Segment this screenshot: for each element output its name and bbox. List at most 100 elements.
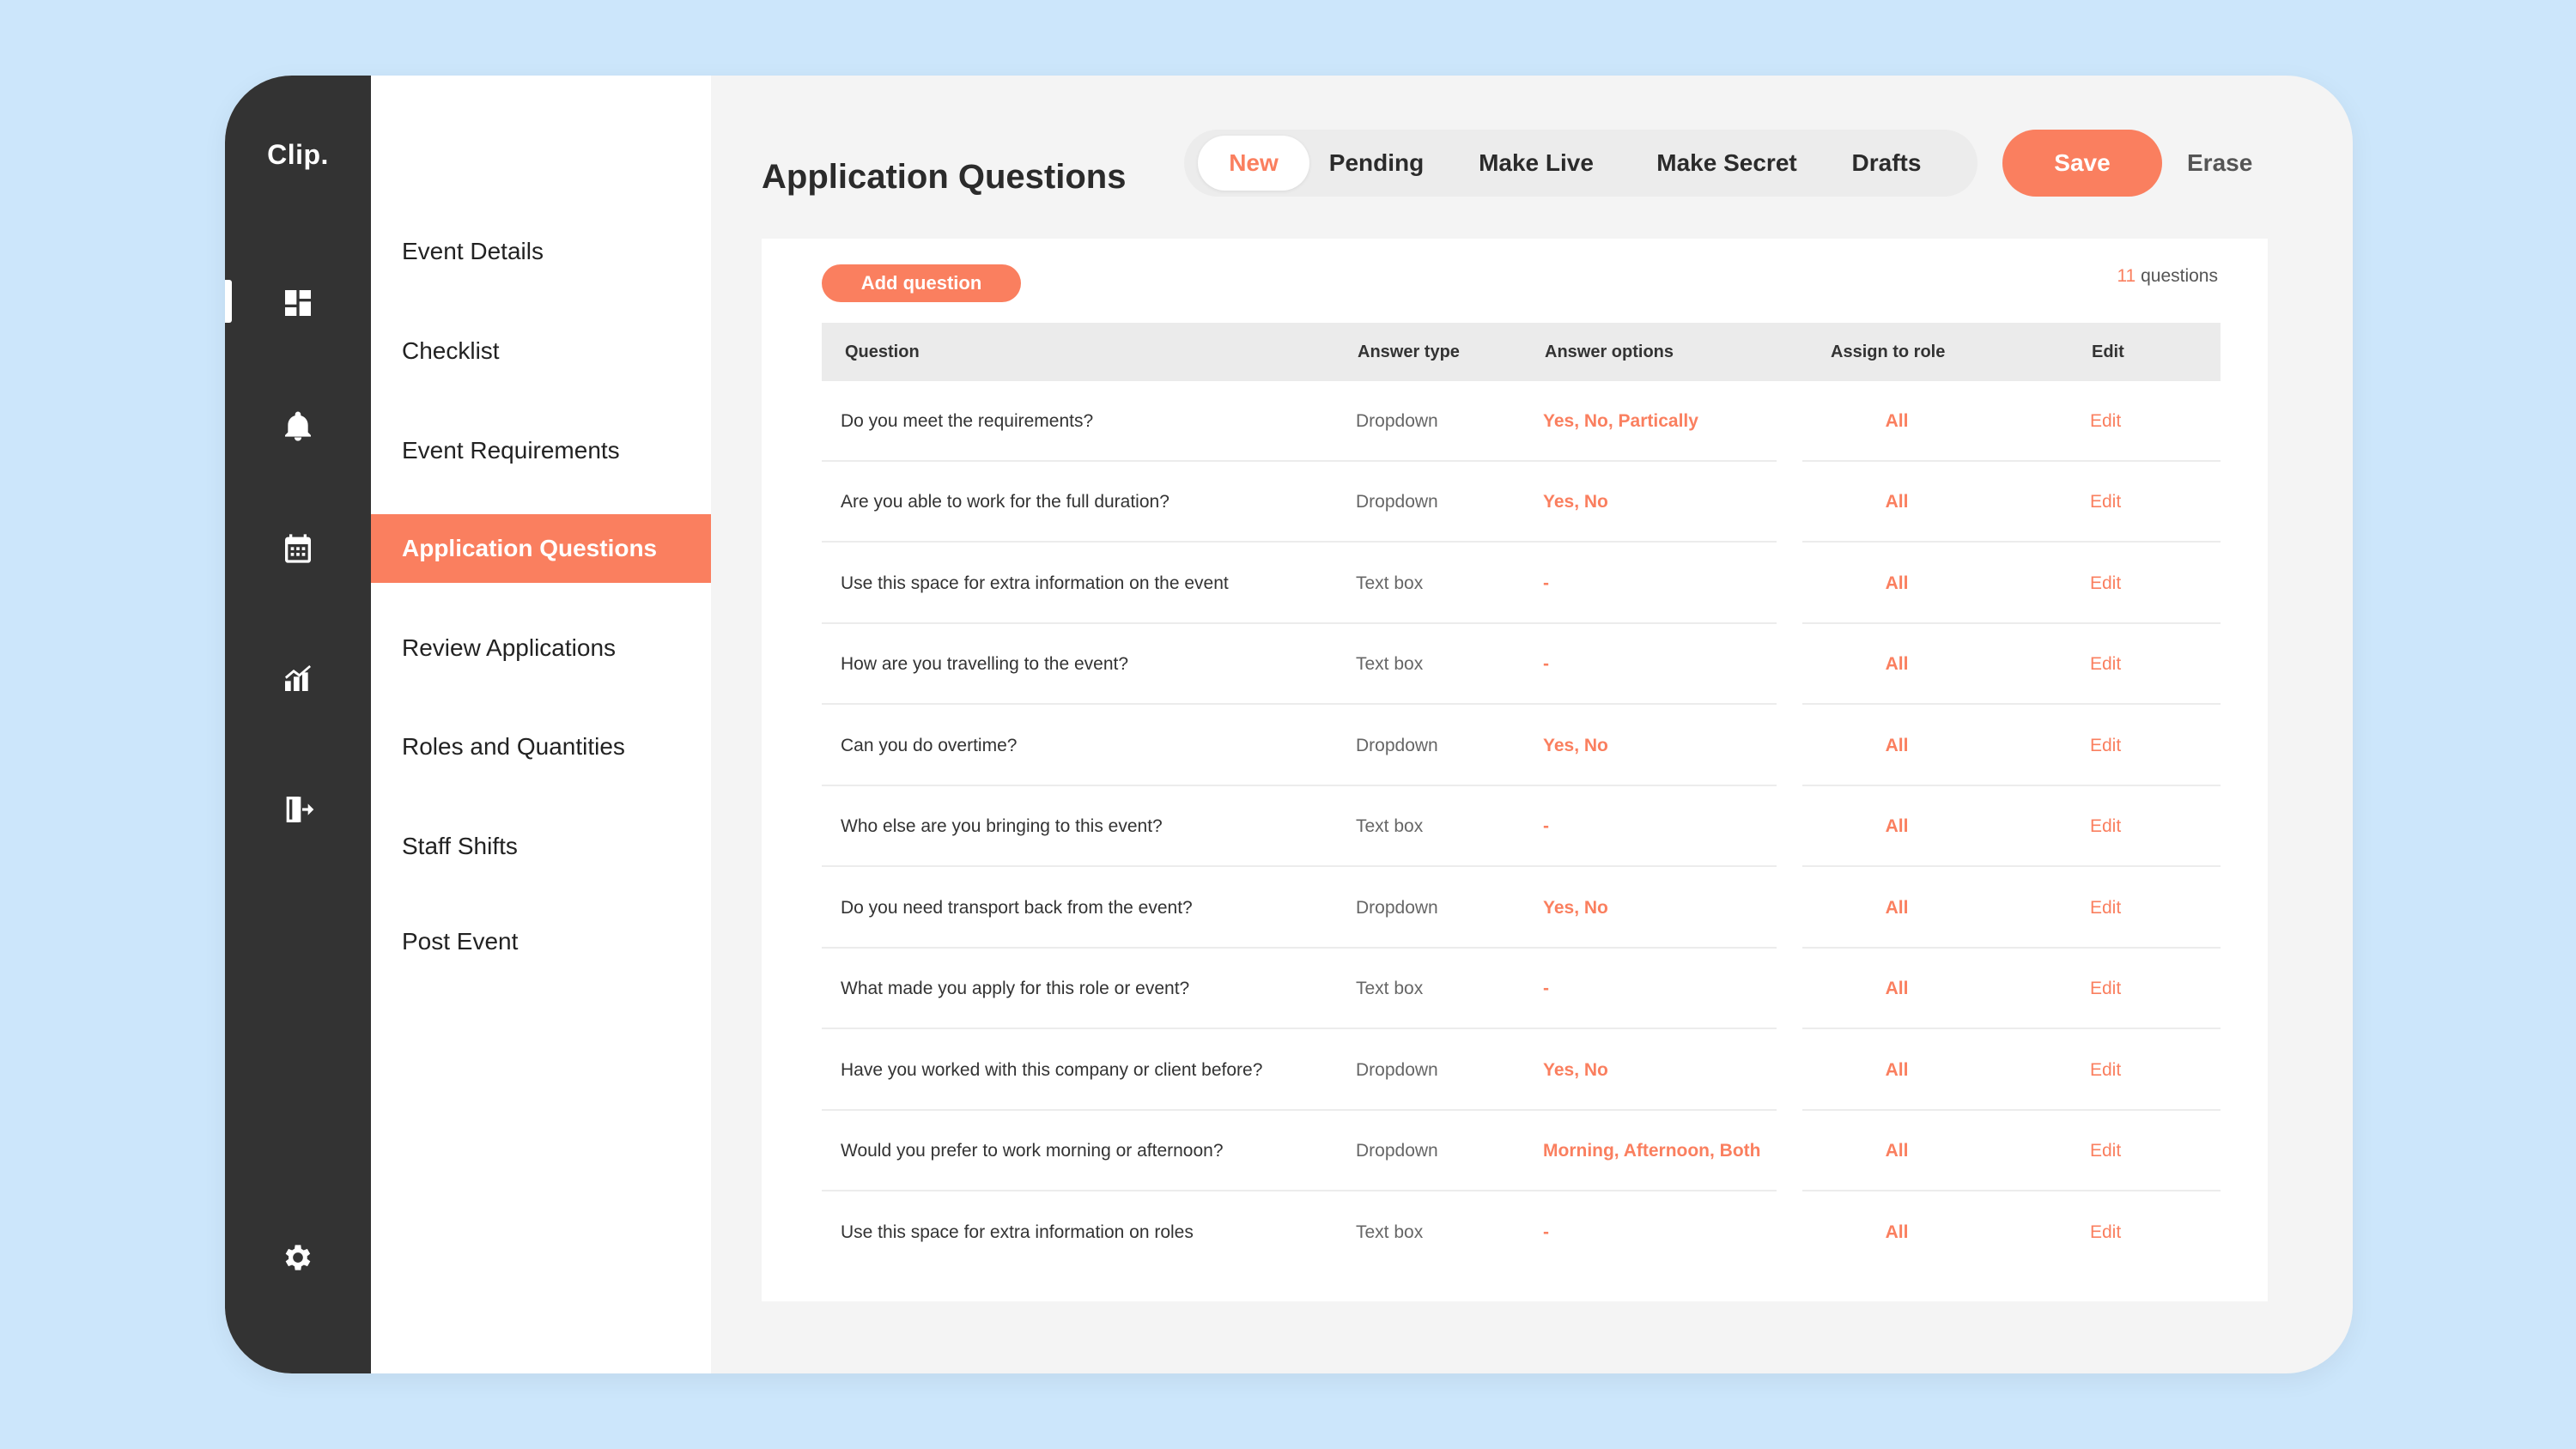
assigned-role: All — [1885, 1141, 1909, 1161]
row-divider — [822, 1190, 1777, 1191]
question-text: How are you travelling to the event? — [841, 654, 1129, 674]
assigned-role: All — [1885, 736, 1909, 755]
answer-options: - — [1543, 979, 1549, 998]
edit-link[interactable]: Edit — [2090, 1111, 2121, 1191]
event-sections-nav: Event Details Checklist Event Requiremen… — [371, 76, 711, 1373]
edit-link[interactable]: Edit — [2090, 543, 2121, 624]
subnav-item-event-details[interactable]: Event Details — [371, 217, 711, 286]
questions-card: Add question 11 questions Question Answe… — [762, 239, 2268, 1301]
answer-options: Yes, No — [1543, 1060, 1608, 1080]
edit-link[interactable]: Edit — [2090, 381, 2121, 462]
settings-icon[interactable] — [268, 1228, 328, 1288]
question-text: Would you prefer to work morning or afte… — [841, 1141, 1224, 1161]
tab-make-live[interactable]: Make Live — [1459, 136, 1613, 191]
assigned-role: All — [1885, 1222, 1909, 1242]
edit-link[interactable]: Edit — [2090, 786, 2121, 867]
subnav-item-review-applications[interactable]: Review Applications — [371, 614, 711, 682]
question-text: Use this space for extra information on … — [841, 573, 1229, 593]
icon-rail: Clip. — [225, 76, 371, 1373]
tab-make-secret[interactable]: Make Secret — [1632, 136, 1821, 191]
question-text: What made you apply for this role or eve… — [841, 979, 1190, 998]
row-divider — [822, 541, 1777, 543]
subnav-item-event-requirements[interactable]: Event Requirements — [371, 416, 711, 485]
subnav-item-roles-and-quantities[interactable]: Roles and Quantities — [371, 712, 711, 781]
assigned-role: All — [1885, 654, 1909, 674]
row-divider — [822, 703, 1777, 705]
table-row: Who else are you bringing to this event?… — [822, 786, 2221, 867]
answer-options: Yes, No — [1543, 492, 1608, 512]
subnav-item-checklist[interactable]: Checklist — [371, 317, 711, 385]
answer-type: Text box — [1356, 816, 1424, 836]
answer-options: - — [1543, 1222, 1549, 1242]
column-header-answer-type: Answer type — [1358, 343, 1460, 361]
edit-link[interactable]: Edit — [2090, 949, 2121, 1029]
dashboard-icon[interactable] — [268, 273, 328, 333]
edit-link[interactable]: Edit — [2090, 1192, 2121, 1273]
row-divider — [1802, 1190, 2221, 1191]
column-header-answer-options: Answer options — [1545, 343, 1674, 361]
row-divider — [822, 1028, 1777, 1029]
question-count-label: questions — [2141, 266, 2218, 286]
subnav-item-staff-shifts[interactable]: Staff Shifts — [371, 812, 711, 881]
question-count-number: 11 — [2117, 266, 2136, 286]
app-window: Clip. Event Details Checklist Event Requ… — [225, 76, 2353, 1373]
answer-type: Dropdown — [1356, 1060, 1438, 1080]
subnav-item-post-event[interactable]: Post Event — [371, 907, 711, 976]
column-header-edit: Edit — [2092, 343, 2124, 361]
question-text: Who else are you bringing to this event? — [841, 816, 1163, 836]
table-row: Do you meet the requirements? Dropdown Yes… — [822, 381, 2221, 462]
question-text: Do you need transport back from the even… — [841, 898, 1193, 918]
question-text: Do you meet the requirements? — [841, 411, 1094, 431]
answer-type: Dropdown — [1356, 492, 1438, 512]
answer-type: Text box — [1356, 654, 1424, 674]
answer-options: Yes, No — [1543, 736, 1608, 755]
answer-type: Dropdown — [1356, 736, 1438, 755]
table-header: Question Answer type Answer options Assi… — [822, 323, 2221, 381]
answer-options: Morning, Afternoon, Both — [1543, 1141, 1761, 1161]
export-icon[interactable] — [268, 779, 328, 840]
erase-button[interactable]: Erase — [2187, 130, 2252, 197]
column-header-question: Question — [845, 343, 920, 361]
row-divider — [1802, 541, 2221, 543]
assigned-role: All — [1885, 1060, 1909, 1080]
tab-drafts[interactable]: Drafts — [1835, 136, 1938, 191]
tab-new[interactable]: New — [1198, 136, 1309, 191]
answer-options: Yes, No — [1543, 898, 1608, 918]
answer-options: - — [1543, 654, 1549, 674]
save-button[interactable]: Save — [2002, 130, 2162, 197]
answer-type: Dropdown — [1356, 1141, 1438, 1161]
bell-icon[interactable] — [268, 397, 328, 457]
question-text: Are you able to work for the full durati… — [841, 492, 1170, 512]
edit-link[interactable]: Edit — [2090, 1030, 2121, 1111]
calendar-icon[interactable] — [268, 518, 328, 579]
answer-options: Yes, No, Partically — [1543, 411, 1698, 431]
row-divider — [1802, 865, 2221, 867]
add-question-button[interactable]: Add question — [822, 264, 1021, 302]
table-row: Have you worked with this company or cli… — [822, 1030, 2221, 1111]
active-indicator — [225, 280, 232, 323]
tab-pending[interactable]: Pending — [1316, 136, 1437, 191]
subnav-item-application-questions[interactable]: Application Questions — [371, 514, 711, 583]
page-title: Application Questions — [762, 158, 1127, 196]
edit-link[interactable]: Edit — [2090, 868, 2121, 949]
row-divider — [1802, 703, 2221, 705]
table-row: Use this space for extra information on … — [822, 543, 2221, 624]
table-row: Would you prefer to work morning or afte… — [822, 1111, 2221, 1191]
assigned-role: All — [1885, 979, 1909, 998]
app-logo: Clip. — [267, 139, 329, 170]
question-text: Can you do overtime? — [841, 736, 1018, 755]
question-text: Have you worked with this company or cli… — [841, 1060, 1263, 1080]
assigned-role: All — [1885, 898, 1909, 918]
edit-link[interactable]: Edit — [2090, 624, 2121, 705]
table-row: Use this space for extra information on … — [822, 1192, 2221, 1273]
column-header-assign-to-role: Assign to role — [1831, 343, 1946, 361]
edit-link[interactable]: Edit — [2090, 706, 2121, 786]
table-row: What made you apply for this role or eve… — [822, 949, 2221, 1029]
analytics-icon[interactable] — [268, 648, 328, 708]
row-divider — [822, 865, 1777, 867]
table-row: How are you travelling to the event? Text… — [822, 624, 2221, 705]
edit-link[interactable]: Edit — [2090, 462, 2121, 543]
answer-options: - — [1543, 573, 1549, 593]
status-tabs: New Pending Make Live Make Secret Drafts — [1184, 130, 1978, 197]
answer-type: Text box — [1356, 979, 1424, 998]
